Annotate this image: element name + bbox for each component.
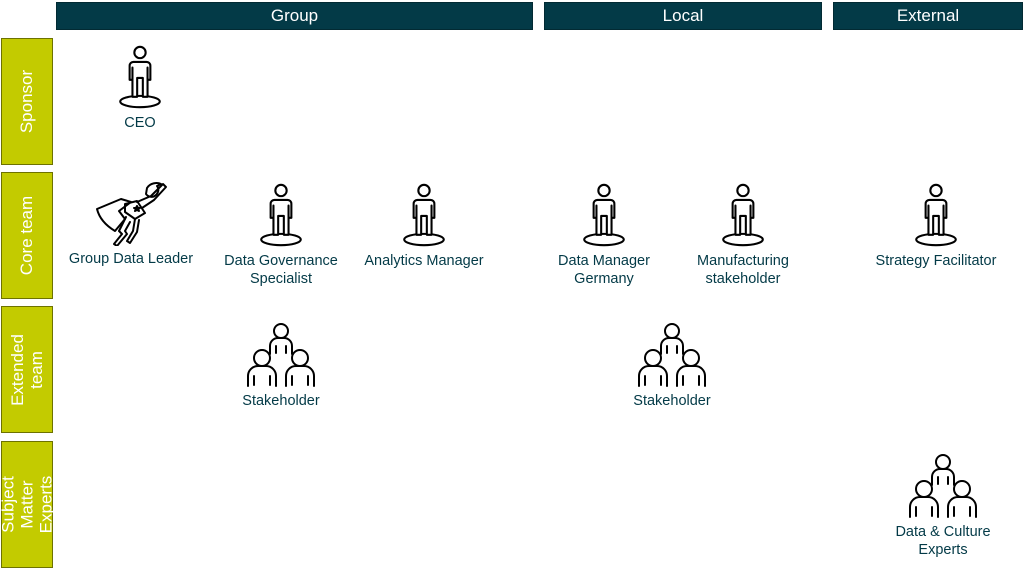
row-header-label: Extended team (8, 333, 46, 406)
role-label: Group Data Leader (68, 251, 194, 267)
column-header-label: Local (662, 6, 704, 25)
group-icon (636, 322, 708, 388)
role-group-stakeholder: Stakeholder (196, 322, 366, 410)
role-label: Stakeholder (633, 393, 711, 409)
person-standing-icon (580, 182, 628, 248)
row-header-subject-matter-experts: Subject Matter Experts (0, 441, 56, 568)
role-strategy-facilitator: Strategy Facilitator (851, 182, 1021, 270)
person-standing-icon (719, 182, 767, 248)
superhero-icon (96, 182, 167, 246)
group-icon (245, 322, 317, 388)
role-ceo: CEO (55, 44, 225, 132)
role-group-data-leader: Group Data Leader (46, 180, 216, 268)
column-header-local: Local (544, 2, 822, 30)
role-label: Data & Culture Experts (895, 524, 991, 558)
person-standing-icon (116, 44, 164, 110)
role-manufacturing-stakeholder: Manufacturing stakeholder (658, 182, 828, 288)
column-header-group: Group (56, 2, 533, 30)
row-header-label: Sponsor (17, 69, 37, 134)
row-header-extended-team: Extended team (1, 306, 53, 433)
person-standing-icon (912, 182, 960, 248)
person-standing-icon (257, 182, 305, 248)
role-label: Analytics Manager (364, 253, 484, 269)
role-data-culture-experts: Data & Culture Experts (858, 453, 1024, 559)
role-local-stakeholder: Stakeholder (587, 322, 757, 410)
column-header-label: Group (270, 6, 319, 25)
column-header-label: External (896, 6, 960, 25)
row-header-sponsor: Sponsor (1, 38, 53, 165)
role-label: Manufacturing stakeholder (697, 253, 789, 287)
role-label: Stakeholder (242, 393, 320, 409)
row-header-label: Core team (17, 195, 37, 276)
row-header-label: Subject Matter Experts (0, 475, 56, 534)
role-label: Strategy Facilitator (875, 253, 997, 269)
role-label: Data Manager Germany (558, 253, 650, 287)
column-header-external: External (833, 2, 1023, 30)
role-analytics-manager: Analytics Manager (339, 182, 509, 270)
role-label: Data Governance Specialist (224, 253, 338, 287)
person-standing-icon (400, 182, 448, 248)
group-icon (907, 453, 979, 519)
role-label: CEO (124, 115, 156, 131)
